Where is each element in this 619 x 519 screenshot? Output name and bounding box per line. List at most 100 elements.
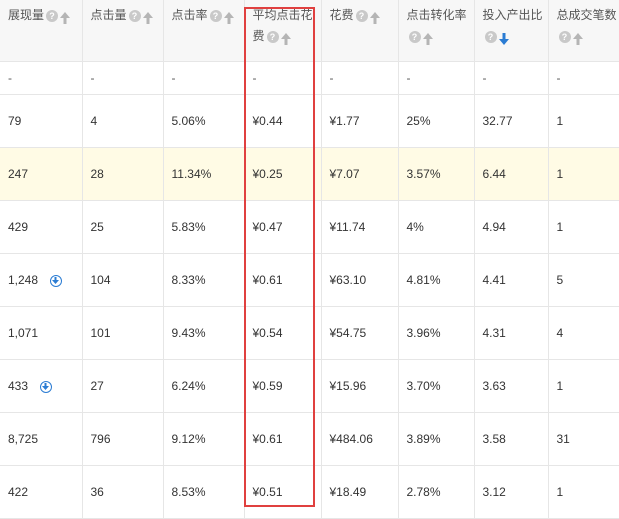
table-cell-clicks: 27 xyxy=(82,359,164,413)
table-cell-avg-cpc: ¥0.44 xyxy=(244,94,322,148)
sort-up-icon[interactable] xyxy=(223,10,234,24)
cell-value: ¥7.07 xyxy=(329,167,360,181)
question-icon[interactable]: ? xyxy=(128,9,141,22)
table-cell-ctr: 8.33% xyxy=(163,253,245,307)
data-table: 展现量? 点击量? 点击率? 平均点击花费? 花费? 点击转化率? 投入产出比? 总成交笔数?… xyxy=(0,0,619,519)
question-icon[interactable]: ? xyxy=(46,9,59,22)
table-cell-conversion-rate: 3.57% xyxy=(398,147,475,201)
cell-value: ¥0.44 xyxy=(252,114,283,128)
table-cell-clicks: - xyxy=(82,61,164,95)
table-cell-roi: - xyxy=(474,61,549,95)
table-cell-cost: ¥11.74 xyxy=(321,200,399,254)
sort-up-icon[interactable] xyxy=(369,10,380,24)
column-header-impressions[interactable]: 展现量? xyxy=(0,0,83,62)
column-header-label: 投入产出比 xyxy=(482,8,543,22)
table-row[interactable]: 429 25 5.83% ¥0.47 ¥11.74 4% 4.94 1 xyxy=(0,200,619,254)
cell-value: ¥54.75 xyxy=(329,326,367,340)
table-cell-impressions: 429 xyxy=(0,200,83,254)
cell-value: 11.34% xyxy=(171,167,212,181)
cell-value: ¥0.61 xyxy=(252,432,283,446)
column-header-avg-cpc[interactable]: 平均点击花费? xyxy=(244,0,322,62)
column-header-ctr[interactable]: 点击率? xyxy=(163,0,245,62)
sort-up-icon[interactable] xyxy=(142,10,153,24)
table-cell-conversion-rate: 2.78% xyxy=(398,465,475,519)
cell-value: 3.70% xyxy=(406,379,441,393)
table-row[interactable]: 1,071 101 9.43% ¥0.54 ¥54.75 3.96% 4.31 4 xyxy=(0,306,619,360)
question-icon[interactable]: ? xyxy=(266,30,279,43)
table-cell-conversion-rate: 3.96% xyxy=(398,306,475,360)
table-cell-ctr: 5.06% xyxy=(163,94,245,148)
table-cell-clicks: 36 xyxy=(82,465,164,519)
column-header-cost[interactable]: 花费? xyxy=(321,0,399,62)
column-header-total-orders[interactable]: 总成交笔数? xyxy=(548,0,619,62)
column-header-label: 展现量 xyxy=(8,8,45,22)
cell-value: 422 xyxy=(8,485,29,499)
table-row[interactable]: 8,725 796 9.12% ¥0.61 ¥484.06 3.89% 3.58 31 xyxy=(0,412,619,466)
table-cell-roi: 4.94 xyxy=(474,200,549,254)
cell-value: 4.81% xyxy=(406,273,441,287)
table-cell-roi: 6.44 xyxy=(474,147,549,201)
table-cell-impressions: 433 xyxy=(0,359,83,413)
table-cell-clicks: 28 xyxy=(82,147,164,201)
table-cell-avg-cpc: - xyxy=(244,61,322,95)
table-cell-cost: ¥1.77 xyxy=(321,94,399,148)
question-icon[interactable]: ? xyxy=(209,9,222,22)
cell-value: 1 xyxy=(556,114,564,128)
table-row[interactable]: 433 27 6.24% ¥0.59 ¥15.96 3.70% 3.63 1 xyxy=(0,359,619,413)
cell-value: 3.58 xyxy=(482,432,506,446)
cell-value: 5.83% xyxy=(171,220,206,234)
cell-value: 4.41 xyxy=(482,273,506,287)
question-icon[interactable]: ? xyxy=(408,30,421,43)
table-row[interactable]: 422 36 8.53% ¥0.51 ¥18.49 2.78% 3.12 1 xyxy=(0,465,619,519)
sort-up-icon[interactable] xyxy=(572,31,583,45)
cell-value: ¥0.54 xyxy=(252,326,283,340)
cell-value: 3.57% xyxy=(406,167,441,181)
cell-value: 25 xyxy=(90,220,104,234)
cell-value: 4 xyxy=(90,114,98,128)
cell-value: 8,725 xyxy=(8,432,39,446)
download-circle-icon[interactable] xyxy=(50,274,63,287)
column-header-roi[interactable]: 投入产出比? xyxy=(474,0,549,62)
column-header-conversion-rate[interactable]: 点击转化率? xyxy=(398,0,475,62)
table-cell-total-orders: 1 xyxy=(548,200,619,254)
table-cell-avg-cpc: ¥0.51 xyxy=(244,465,322,519)
table-cell-conversion-rate: 4% xyxy=(398,200,475,254)
table-cell-total-orders: - xyxy=(548,61,619,95)
table-cell-cost: ¥484.06 xyxy=(321,412,399,466)
question-icon[interactable]: ? xyxy=(355,9,368,22)
question-icon[interactable]: ? xyxy=(484,30,497,43)
table-cell-cost: ¥54.75 xyxy=(321,306,399,360)
table-cell-total-orders: 5 xyxy=(548,253,619,307)
cell-value: 4.94 xyxy=(482,220,506,234)
table-cell-conversion-rate: 25% xyxy=(398,94,475,148)
sort-up-icon[interactable] xyxy=(60,10,71,24)
table-body: - - - - - - - -79 4 5.06% ¥0.44 ¥1.77 25% 32.77 1 247 28… xyxy=(0,61,619,519)
table-cell-avg-cpc: ¥0.54 xyxy=(244,306,322,360)
column-header-clicks[interactable]: 点击量? xyxy=(82,0,164,62)
table-cell-cost: ¥63.10 xyxy=(321,253,399,307)
sort-up-icon[interactable] xyxy=(422,31,433,45)
question-icon[interactable]: ? xyxy=(558,30,571,43)
cell-value: 3.89% xyxy=(406,432,441,446)
cell-value: 9.12% xyxy=(171,432,206,446)
cell-value: 429 xyxy=(8,220,29,234)
table-cell-cost: ¥18.49 xyxy=(321,465,399,519)
sort-up-icon[interactable] xyxy=(280,31,291,45)
table-cell-impressions: 8,725 xyxy=(0,412,83,466)
table-cell-total-orders: 4 xyxy=(548,306,619,360)
cell-value: 1,071 xyxy=(8,326,39,340)
table-row[interactable]: 247 28 11.34% ¥0.25 ¥7.07 3.57% 6.44 1 xyxy=(0,147,619,201)
column-header-label: 点击率 xyxy=(171,8,208,22)
table-cell-ctr: 11.34% xyxy=(163,147,245,201)
sort-down-icon[interactable] xyxy=(498,31,509,45)
table-row[interactable]: 79 4 5.06% ¥0.44 ¥1.77 25% 32.77 1 xyxy=(0,94,619,148)
table-row[interactable]: 1,248 104 8.33% ¥0.61 ¥63.10 4.81% 4.41 5 xyxy=(0,253,619,307)
cell-value: ¥0.61 xyxy=(252,273,283,287)
cell-value: ¥11.74 xyxy=(329,220,366,234)
download-circle-icon[interactable] xyxy=(40,380,53,393)
cell-value: 28 xyxy=(90,167,104,181)
table-cell-clicks: 796 xyxy=(82,412,164,466)
cell-value: ¥63.10 xyxy=(329,273,367,287)
cell-value: ¥18.49 xyxy=(329,485,367,499)
table-cell-ctr: 6.24% xyxy=(163,359,245,413)
